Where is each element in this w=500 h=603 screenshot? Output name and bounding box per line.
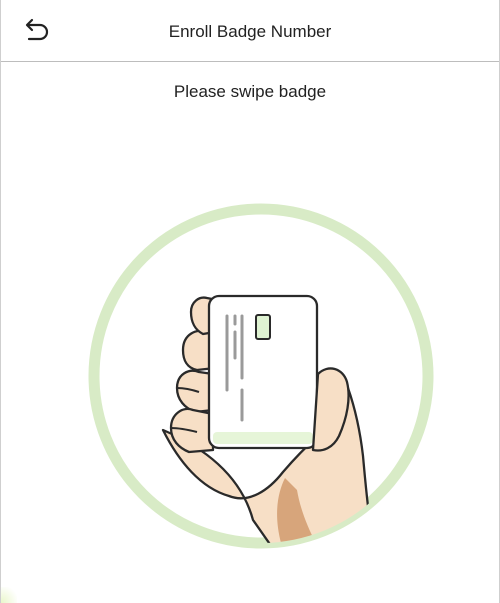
badge-swipe-illustration (85, 200, 437, 552)
badge-chip (255, 314, 271, 340)
badge-enroll-screen: Enroll Badge Number Please swipe badge (0, 0, 500, 603)
header-bar: Enroll Badge Number (1, 0, 499, 62)
swipe-instruction: Please swipe badge (173, 82, 327, 101)
page-title: Enroll Badge Number (168, 22, 332, 41)
hand-holding-badge-icon (161, 294, 389, 543)
corner-glow (1, 587, 17, 603)
